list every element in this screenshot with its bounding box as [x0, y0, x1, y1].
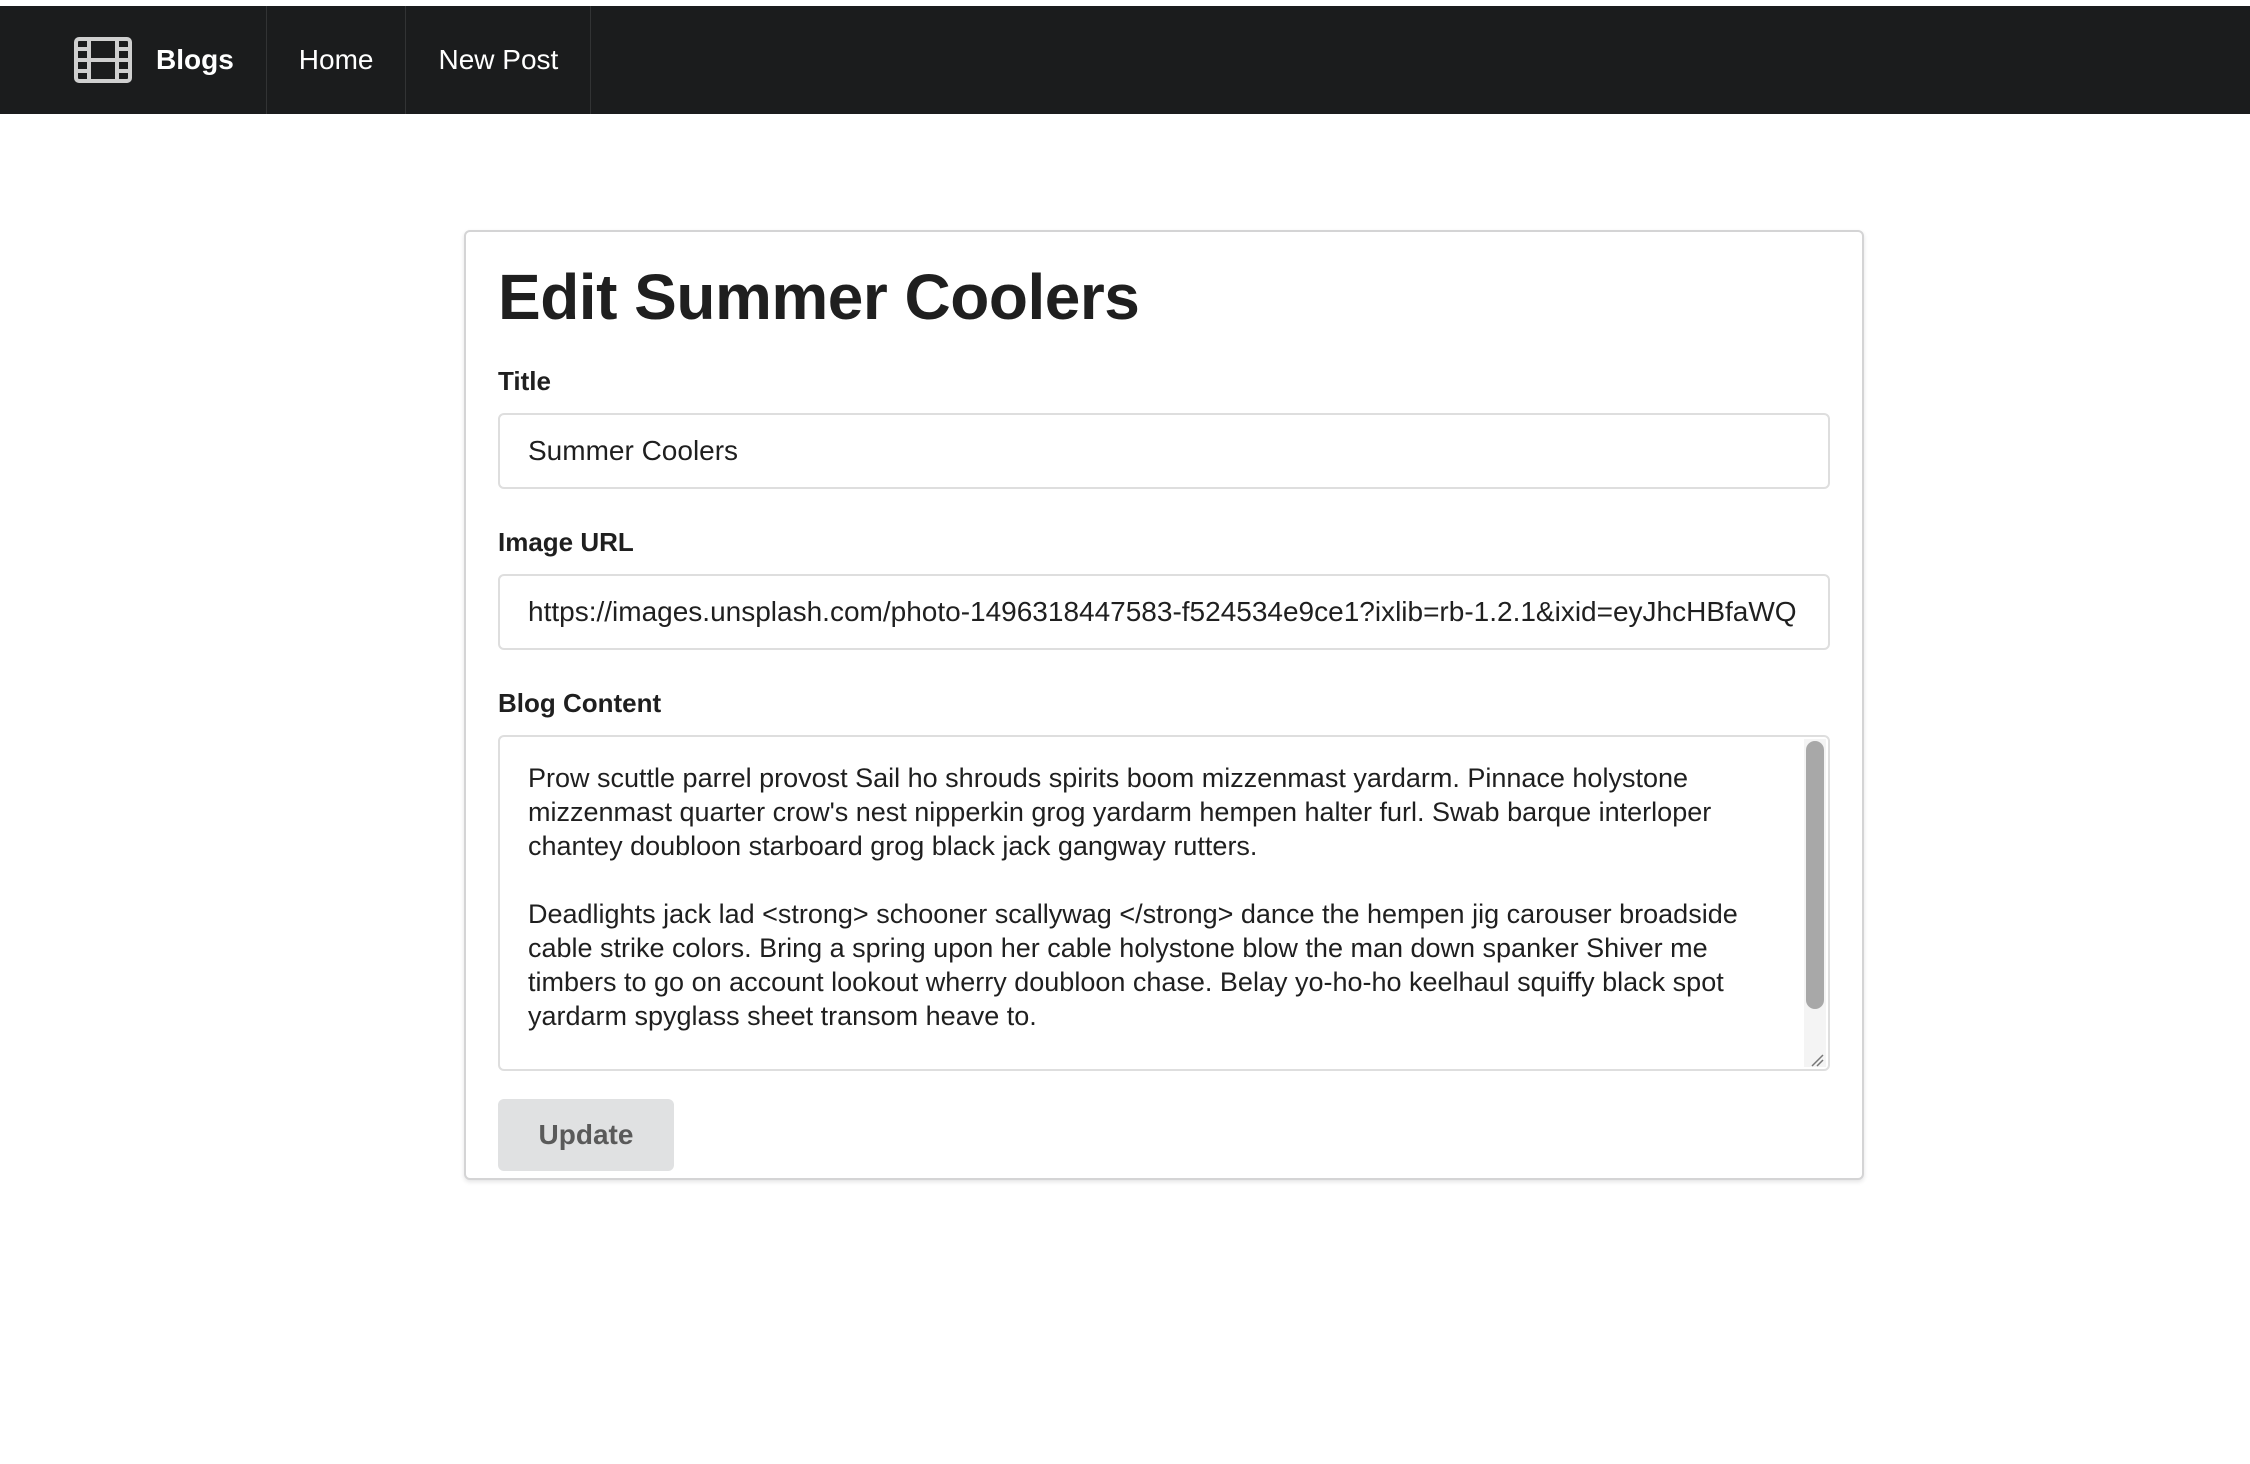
image-url-field-group: Image URL — [498, 527, 1830, 651]
content-paragraph: Prow scuttle parrel provost Sail ho shro… — [528, 763, 1712, 862]
top-navbar: Blogs Home New Post — [0, 6, 2250, 114]
blog-content-textarea[interactable]: Prow scuttle parrel provost Sail ho shro… — [498, 735, 1830, 1072]
nav-item-home[interactable]: Home — [267, 6, 407, 114]
brand-label: Blogs — [156, 44, 234, 75]
title-label: Title — [498, 366, 551, 397]
image-url-input[interactable] — [498, 574, 1830, 651]
title-input[interactable] — [498, 413, 1830, 490]
film-icon — [74, 37, 132, 83]
blog-content-field-group: Blog Content Prow scuttle parrel provost… — [498, 688, 1830, 1072]
image-url-label: Image URL — [498, 527, 634, 558]
nav-item-home-label: Home — [298, 44, 374, 75]
nav-brand-blogs[interactable]: Blogs — [0, 6, 267, 114]
nav-item-new-post-label: New Post — [438, 44, 559, 75]
textarea-scrollbar-thumb[interactable] — [1806, 741, 1824, 1010]
title-field-group: Title — [498, 366, 1830, 490]
content-paragraph: Deadlights jack lad <strong> schooner sc… — [528, 899, 1738, 1032]
blog-content-label: Blog Content — [498, 688, 662, 719]
page-title: Edit Summer Coolers — [498, 261, 1140, 333]
nav-item-new-post[interactable]: New Post — [406, 6, 592, 114]
update-button[interactable]: Update — [498, 1099, 674, 1172]
edit-post-card: Edit Summer Coolers Title Image URL Blog… — [464, 230, 1864, 1180]
resize-handle-icon[interactable] — [1810, 1053, 1824, 1067]
